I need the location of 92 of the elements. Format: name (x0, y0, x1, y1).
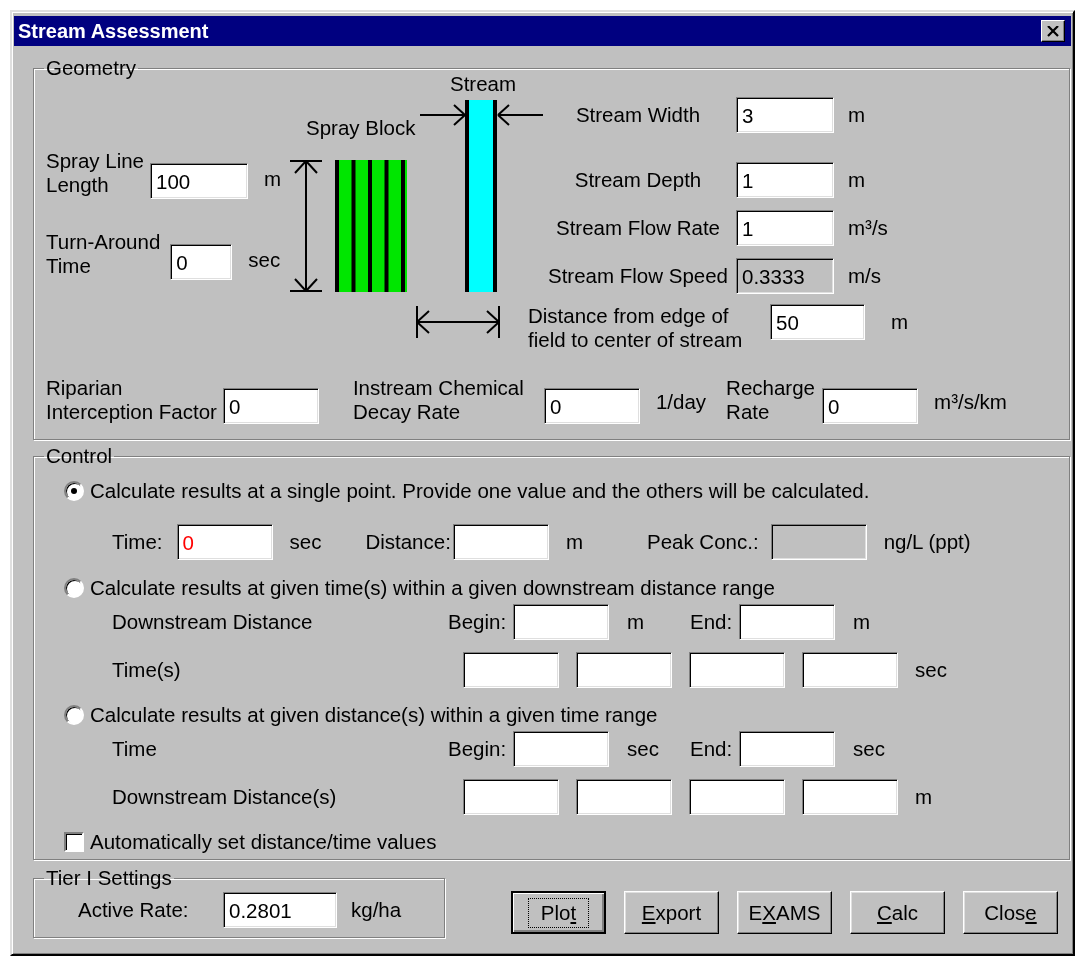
unit-label: m/s (848, 264, 882, 288)
input-field[interactable]: 3 (736, 97, 834, 133)
unit-label: sec (289, 530, 322, 554)
unit-label: m (848, 168, 866, 192)
input-field[interactable] (739, 731, 835, 767)
unit-label: m (264, 167, 282, 191)
right-arrow-icon (420, 102, 466, 128)
unit-label: sec (915, 658, 947, 682)
field-label: Instream Chemical Decay Rate (352, 376, 525, 424)
unit-label: sec (248, 248, 281, 272)
field-label: Riparian Interception Factor (46, 376, 217, 424)
field-label: Begin: (448, 610, 508, 634)
input-field[interactable] (576, 779, 672, 815)
dialog-button[interactable]: Plot (511, 891, 606, 934)
field-label: Downstream Distance (112, 610, 314, 634)
left-arrow-icon (497, 102, 543, 128)
field-label: Spray Line Length (46, 149, 144, 197)
close-icon (1047, 25, 1059, 37)
field-label: Time (112, 737, 158, 761)
unit-label: m (848, 103, 866, 127)
group-label: Tier I Settings (45, 868, 173, 888)
input-field[interactable]: 100 (150, 163, 248, 199)
dialog-button[interactable]: Export (624, 891, 719, 934)
input-field[interactable] (576, 652, 672, 688)
unit-label: sec (627, 737, 660, 761)
input-field[interactable] (689, 652, 785, 688)
group-label: Control (45, 446, 114, 466)
field-label: Stream Flow Speed (547, 264, 729, 288)
field-label: Peak Conc.: (646, 530, 759, 554)
field-label: Distance: (365, 530, 451, 554)
input-field[interactable] (452, 524, 549, 560)
dialog-button[interactable]: EXAMS (737, 891, 832, 934)
input-field[interactable]: 0 (822, 388, 919, 424)
input-field[interactable]: 0 (176, 524, 273, 560)
radio-button[interactable] (64, 578, 84, 598)
field-label: Stream Flow Rate (554, 216, 722, 240)
field-label: Downstream Distance(s) (112, 785, 338, 809)
field-label: Stream Width (574, 103, 702, 127)
unit-label: ng/L (ppt) (883, 530, 971, 554)
field-label: End: (690, 610, 734, 634)
input-field[interactable] (739, 604, 835, 640)
input-field[interactable]: 0 (222, 388, 319, 424)
input-field[interactable] (463, 652, 559, 688)
spray-block-label: Spray Block (306, 116, 416, 140)
radio-option[interactable]: Calculate results at given time(s) within a given downstream distance range (64, 575, 1069, 601)
unit-label: m (627, 610, 646, 634)
window-title: Stream Assessment (18, 19, 209, 43)
unit-label: kg/ha (351, 898, 402, 922)
unit-label: m (915, 785, 933, 809)
field-label: Active Rate: (78, 898, 190, 922)
field-label: End: (690, 737, 734, 761)
dialog-button[interactable]: Calc (850, 891, 945, 934)
unit-label: m³/s (848, 216, 888, 240)
input-field[interactable] (802, 779, 898, 815)
field-label: Turn-Around Time (46, 230, 161, 278)
input-field[interactable] (463, 779, 559, 815)
input-field[interactable] (770, 524, 867, 560)
input-field[interactable] (513, 731, 609, 767)
input-field[interactable]: 1 (736, 162, 834, 198)
input-field[interactable]: 1 (736, 210, 834, 246)
input-field[interactable] (802, 652, 898, 688)
unit-label: 1/day (655, 390, 707, 414)
radio-option[interactable]: Calculate results at a single point. Provide one value and the others will be calculated. (64, 478, 1069, 504)
group-label: Geometry (45, 58, 137, 78)
field-label: Begin: (448, 737, 508, 761)
unit-label: sec (853, 737, 885, 761)
checkbox-option[interactable]: Automatically set distance/time values (64, 829, 1069, 855)
dialog-button[interactable]: Close (963, 891, 1058, 934)
stream-label: Stream (450, 72, 517, 96)
horizontal-dimension-arrow-icon (416, 306, 500, 338)
vertical-dimension-arrow-icon (290, 160, 322, 292)
input-field[interactable]: 0.3333 (736, 258, 834, 294)
field-label: Time: (112, 530, 163, 554)
field-label: Recharge Rate (726, 376, 816, 424)
radio-option[interactable]: Calculate results at given distance(s) within a given time range (64, 702, 1069, 728)
input-field[interactable]: 0 (170, 244, 233, 280)
unit-label: m (853, 610, 871, 634)
field-label: Time(s) (112, 658, 182, 682)
input-field[interactable]: 50 (770, 304, 865, 340)
input-field[interactable]: 0.2801 (223, 892, 337, 928)
unit-label: m (565, 530, 583, 554)
radio-button[interactable] (64, 705, 84, 725)
unit-label: m³/s/km (934, 390, 1007, 414)
input-field[interactable]: 0 (543, 388, 640, 424)
field-label: Distance from edge of field to center of stream (528, 304, 744, 352)
close-button[interactable] (1041, 20, 1065, 42)
field-label: Stream Depth (573, 168, 703, 192)
checkbox[interactable] (64, 832, 84, 852)
radio-button[interactable] (64, 481, 84, 501)
unit-label: m (891, 310, 909, 334)
input-field[interactable] (689, 779, 785, 815)
input-field[interactable] (513, 604, 609, 640)
